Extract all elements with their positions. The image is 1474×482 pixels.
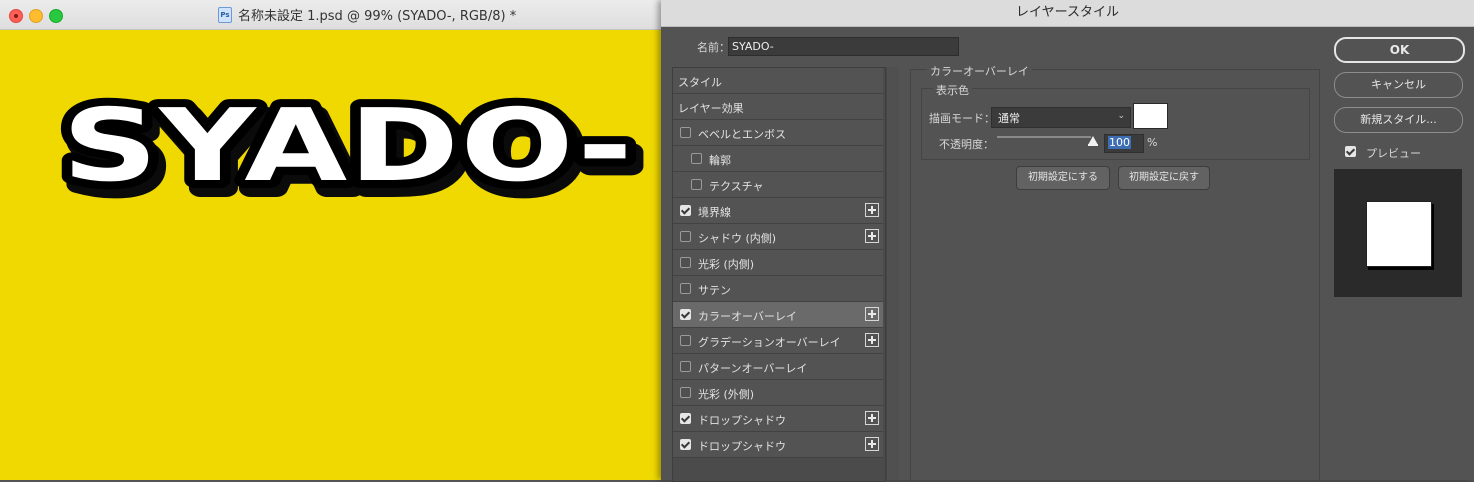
opacity-slider-handle-base <box>1088 144 1098 146</box>
add-effect-icon[interactable] <box>865 307 879 321</box>
style-item-label: テクスチャ <box>709 180 764 193</box>
add-effect-icon[interactable] <box>865 229 879 243</box>
blend-mode-label: 描画モード： <box>929 112 995 125</box>
style-list-item[interactable]: スタイル <box>673 68 883 94</box>
style-checkbox[interactable] <box>680 231 691 242</box>
section-title: カラーオーバーレイ <box>927 63 1032 79</box>
style-checkbox[interactable] <box>680 439 691 450</box>
canvas-text-layer: SYADO- <box>62 87 634 204</box>
document-window: Ps 名称未設定 1.psd @ 99% (SYADO-, RGB/8) * S… <box>0 0 661 480</box>
cancel-button[interactable]: キャンセル <box>1334 72 1463 98</box>
blend-mode-select[interactable]: 通常 ⌄ <box>991 107 1131 128</box>
style-list-item[interactable]: パターンオーバーレイ <box>673 354 883 380</box>
style-list-item[interactable]: サテン <box>673 276 883 302</box>
style-item-label: パターンオーバーレイ <box>698 362 808 375</box>
style-list-item[interactable]: レイヤー効果 <box>673 94 883 120</box>
style-preview <box>1334 169 1462 297</box>
dialog-title: レイヤースタイル <box>1016 5 1119 20</box>
opacity-unit: % <box>1147 136 1158 149</box>
style-list-scrollbar[interactable] <box>886 67 899 480</box>
style-list-item[interactable]: カラーオーバーレイ <box>673 302 883 328</box>
style-checkbox[interactable] <box>680 335 691 346</box>
style-checkbox[interactable] <box>691 179 702 190</box>
opacity-value: 100 <box>1108 136 1131 149</box>
preview-checkbox[interactable] <box>1345 146 1356 157</box>
style-item-label: サテン <box>698 284 731 297</box>
style-item-label: カラーオーバーレイ <box>698 310 797 323</box>
style-item-label: 光彩 (内側) <box>698 258 755 271</box>
psd-file-icon: Ps <box>218 6 232 23</box>
style-checkbox[interactable] <box>680 257 691 268</box>
overlay-color-swatch[interactable] <box>1133 103 1168 129</box>
dialog-titlebar[interactable]: レイヤースタイル <box>661 0 1474 27</box>
add-effect-icon[interactable] <box>865 203 879 217</box>
style-checkbox[interactable] <box>680 361 691 372</box>
add-effect-icon[interactable] <box>865 333 879 347</box>
group-title: 表示色 <box>933 82 972 98</box>
style-item-label: ドロップシャドウ <box>698 440 786 453</box>
make-default-button[interactable]: 初期設定にする <box>1016 166 1110 190</box>
style-item-label: レイヤー効果 <box>678 102 744 115</box>
style-item-label: 輪郭 <box>709 154 731 167</box>
blend-mode-value: 通常 <box>998 112 1020 125</box>
opacity-slider[interactable] <box>997 136 1091 138</box>
style-list-item[interactable]: 輪郭 <box>673 146 883 172</box>
opacity-input[interactable]: 100 <box>1104 134 1144 153</box>
style-item-label: スタイル <box>678 76 722 89</box>
preview-thumbnail <box>1366 201 1432 267</box>
opacity-label: 不透明度： <box>939 138 994 151</box>
style-list-item[interactable]: テクスチャ <box>673 172 883 198</box>
layer-style-dialog: レイヤースタイル 名前： SYADO- スタイルレイヤー効果ベベルとエンボス輪郭… <box>661 0 1474 482</box>
reset-default-button[interactable]: 初期設定に戻す <box>1118 166 1210 190</box>
style-list-item[interactable]: ドロップシャドウ <box>673 432 883 458</box>
ok-button[interactable]: OK <box>1334 37 1465 63</box>
preview-label: プレビュー <box>1366 147 1421 160</box>
style-checkbox[interactable] <box>680 413 691 424</box>
style-checkbox[interactable] <box>680 205 691 216</box>
close-window-button[interactable] <box>9 9 23 23</box>
document-titlebar[interactable]: Ps 名称未設定 1.psd @ 99% (SYADO-, RGB/8) * <box>0 0 661 30</box>
style-list-item[interactable]: 光彩 (外側) <box>673 380 883 406</box>
zoom-window-button[interactable] <box>49 9 63 23</box>
name-input[interactable]: SYADO- <box>728 37 959 56</box>
add-effect-icon[interactable] <box>865 411 879 425</box>
style-list-item[interactable]: 境界線 <box>673 198 883 224</box>
style-item-label: シャドウ (内側) <box>698 232 777 245</box>
style-list-item[interactable]: シャドウ (内側) <box>673 224 883 250</box>
minimize-window-button[interactable] <box>29 9 43 23</box>
document-canvas[interactable]: SYADO- SYADO- SYADO- <box>0 30 661 480</box>
style-item-label: グラデーションオーバーレイ <box>698 336 841 349</box>
style-checkbox[interactable] <box>680 127 691 138</box>
chevron-down-icon: ⌄ <box>1117 111 1125 121</box>
name-label: 名前： <box>697 41 730 54</box>
style-item-label: 光彩 (外側) <box>698 388 755 401</box>
style-list-item[interactable]: ドロップシャドウ <box>673 406 883 432</box>
style-checkbox[interactable] <box>680 309 691 320</box>
document-title: 名称未設定 1.psd @ 99% (SYADO-, RGB/8) * <box>238 9 517 24</box>
add-effect-icon[interactable] <box>865 437 879 451</box>
style-checkbox[interactable] <box>680 283 691 294</box>
style-item-label: 境界線 <box>698 206 731 219</box>
style-list-item[interactable]: グラデーションオーバーレイ <box>673 328 883 354</box>
new-style-button[interactable]: 新規スタイル... <box>1334 107 1463 133</box>
style-checkbox[interactable] <box>680 387 691 398</box>
style-checkbox[interactable] <box>691 153 702 164</box>
style-list-item[interactable]: ベベルとエンボス <box>673 120 883 146</box>
style-list-item[interactable]: 光彩 (内側) <box>673 250 883 276</box>
style-list: スタイルレイヤー効果ベベルとエンボス輪郭テクスチャ境界線シャドウ (内側) 光彩 … <box>672 67 886 482</box>
style-item-label: ベベルとエンボス <box>698 128 786 141</box>
style-item-label: ドロップシャドウ <box>698 414 786 427</box>
